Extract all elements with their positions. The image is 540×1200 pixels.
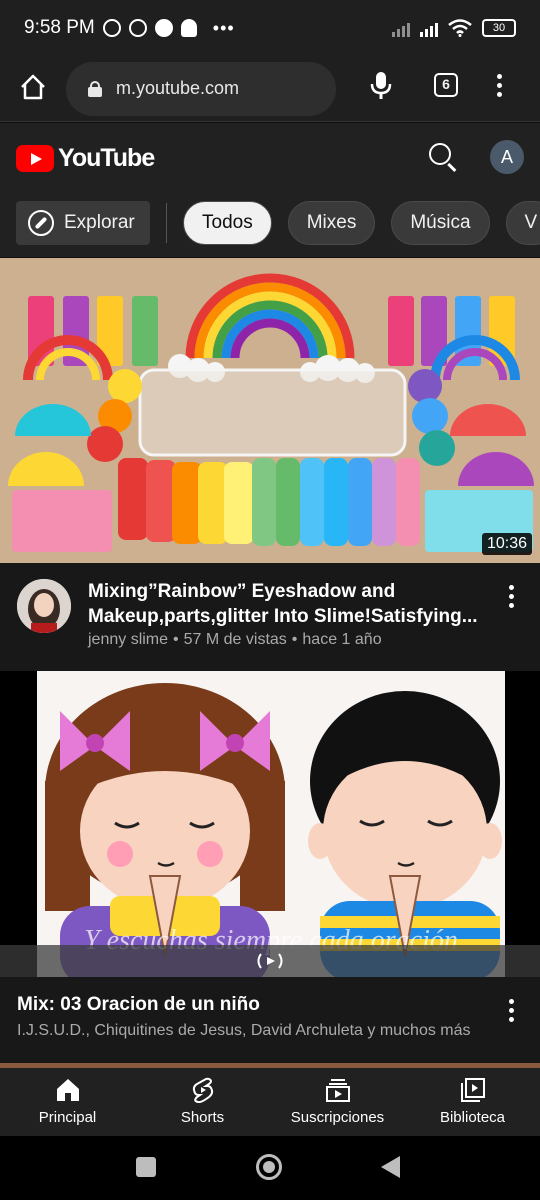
compass-icon xyxy=(28,210,54,236)
video-duration: 10:36 xyxy=(481,533,532,555)
chip-mixes[interactable]: Mixes xyxy=(287,201,376,245)
nav-home[interactable]: Principal xyxy=(0,1068,135,1136)
youtube-logo[interactable]: YouTube xyxy=(16,144,155,173)
url-text: m.youtube.com xyxy=(116,78,240,98)
view-count: 57 M de vistas xyxy=(183,631,287,648)
signal-icon xyxy=(392,19,410,37)
video-thumbnail[interactable]: 10:36 xyxy=(0,258,540,563)
mix-indicator-bar xyxy=(0,945,540,977)
nav-shorts[interactable]: Shorts xyxy=(135,1068,270,1136)
back-icon[interactable] xyxy=(381,1156,400,1178)
chip-musica[interactable]: Música xyxy=(391,201,490,245)
video-title[interactable]: Mixing”Rainbow” Eyeshadow and Makeup,par… xyxy=(88,579,478,629)
upload-age: hace 1 año xyxy=(302,631,382,648)
chip-partial[interactable]: V xyxy=(505,201,540,245)
video-menu-icon[interactable] xyxy=(509,585,514,608)
alarm-icon xyxy=(102,19,121,37)
explore-button[interactable]: Explorar xyxy=(16,201,150,245)
account-avatar[interactable]: A xyxy=(490,140,524,174)
more-notifications-icon: ••• xyxy=(212,17,235,38)
channel-avatar[interactable] xyxy=(17,579,71,633)
nav-library[interactable]: Biblioteca xyxy=(405,1068,540,1136)
whatsapp-icon xyxy=(128,19,147,37)
shorts-icon xyxy=(192,1077,213,1103)
signal-icon xyxy=(420,19,438,37)
youtube-play-icon xyxy=(16,145,54,172)
lock-icon xyxy=(88,80,102,97)
microphone-icon[interactable] xyxy=(370,71,392,101)
url-bar[interactable]: m.youtube.com xyxy=(66,61,336,116)
nav-shorts-label: Shorts xyxy=(180,1109,225,1126)
battery-icon: 30 xyxy=(482,19,516,37)
youtube-header: YouTube A xyxy=(0,123,540,189)
chip-divider xyxy=(166,203,167,243)
slime-thumbnail-image xyxy=(0,258,540,563)
video-meta[interactable]: Mixing”Rainbow” Eyeshadow and Makeup,par… xyxy=(0,563,540,671)
praying-children-image: Y escuchas siempre cada oración xyxy=(0,671,540,977)
browser-toolbar: m.youtube.com 6 xyxy=(0,56,540,122)
status-bar: 9:58 PM ••• 30 xyxy=(0,0,540,56)
youtube-logo-text: YouTube xyxy=(58,144,155,172)
snapchat-icon xyxy=(180,19,197,37)
category-chips: Explorar Todos Mixes Música V xyxy=(0,189,540,257)
subscriptions-icon xyxy=(325,1079,350,1102)
home-icon xyxy=(56,1079,79,1101)
browser-menu-icon[interactable] xyxy=(497,74,502,97)
nav-library-label: Biblioteca xyxy=(439,1109,506,1126)
nav-subscriptions-label: Suscripciones xyxy=(290,1109,385,1126)
bottom-navigation: Principal Shorts Suscripciones Bibliotec… xyxy=(0,1068,540,1136)
nav-subscriptions[interactable]: Suscripciones xyxy=(270,1068,405,1136)
mix-menu-icon[interactable] xyxy=(509,999,514,1022)
tab-switcher-button[interactable]: 6 xyxy=(434,73,458,97)
chip-todos[interactable]: Todos xyxy=(183,201,272,245)
nav-home-label: Principal xyxy=(38,1109,97,1126)
channel-name[interactable]: jenny slime xyxy=(88,631,168,648)
mix-title[interactable]: Mix: 03 Oracion de un niño xyxy=(17,994,260,1016)
facebook-icon xyxy=(154,19,173,37)
android-home-icon[interactable] xyxy=(256,1154,282,1180)
library-icon xyxy=(460,1078,485,1102)
home-icon[interactable] xyxy=(19,73,47,101)
mix-thumbnail[interactable]: Y escuchas siempre cada oración xyxy=(0,671,540,977)
android-navigation-bar xyxy=(0,1136,540,1200)
mix-subtitle: I.J.S.U.D., Chiquitines de Jesus, David … xyxy=(17,1022,471,1039)
search-icon[interactable] xyxy=(429,143,451,165)
mix-radio-icon xyxy=(257,953,283,969)
video-subtitle: jenny slime • 57 M de vistas • hace 1 año xyxy=(88,631,382,648)
recents-icon[interactable] xyxy=(136,1157,156,1177)
mix-meta[interactable]: Mix: 03 Oracion de un niño I.J.S.U.D., C… xyxy=(0,977,540,1063)
explore-label: Explorar xyxy=(64,212,135,233)
notification-icons: ••• xyxy=(102,17,235,39)
status-time: 9:58 PM xyxy=(24,17,95,38)
wifi-icon xyxy=(448,19,472,37)
